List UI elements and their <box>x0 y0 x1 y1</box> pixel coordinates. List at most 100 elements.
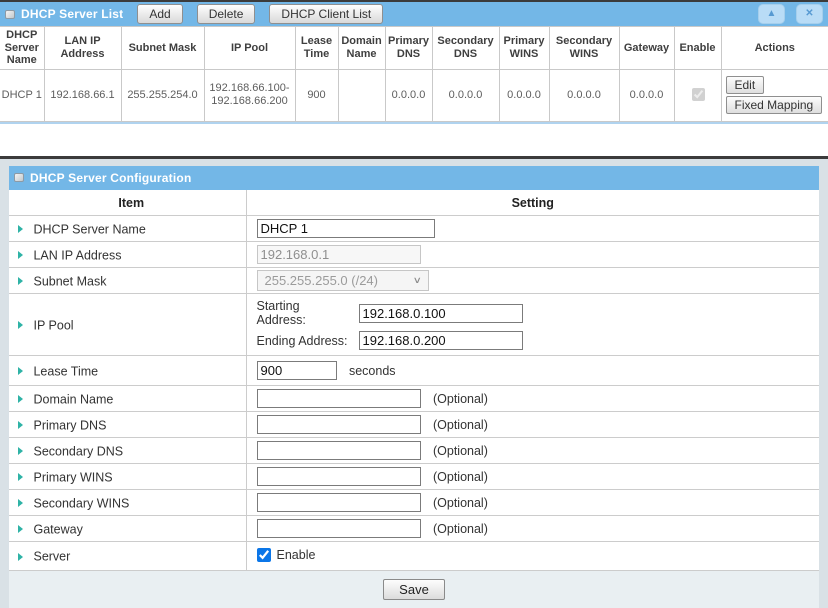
item-label-cell: Domain Name <box>9 386 246 412</box>
dhcp-client-list-button[interactable]: DHCP Client List <box>269 4 383 24</box>
field-label: DHCP Server Name <box>33 222 145 236</box>
cell-subnet-mask: 255.255.254.0 <box>121 69 204 121</box>
field-label: Domain Name <box>33 392 113 406</box>
add-button[interactable]: Add <box>137 4 182 24</box>
item-label-cell: Server <box>9 542 246 570</box>
dhcp-server-list-title: DHCP Server List <box>21 7 123 21</box>
field-label: Secondary WINS <box>33 496 129 510</box>
field-bullet-icon <box>18 553 23 561</box>
col-header-actions: Actions <box>721 27 828 70</box>
config-row-lease-time: Lease Time seconds <box>9 356 819 386</box>
dhcp-server-configuration-table: Item Setting DHCP Server Name LAN IP Add… <box>9 190 819 570</box>
setting-cell: Enable <box>246 542 819 570</box>
setting-cell: seconds <box>246 356 819 386</box>
field-bullet-icon <box>18 395 23 403</box>
starting-address-input[interactable] <box>359 304 523 323</box>
config-row-primary-wins: Primary WINS (Optional) <box>9 464 819 490</box>
optional-note: (Optional) <box>433 444 488 458</box>
primary-dns-input[interactable] <box>257 415 421 434</box>
setting-cell: 255.255.255.0 (/24) ∨ <box>246 268 819 294</box>
col-header-secondary-wins: Secondary WINS <box>549 27 619 70</box>
col-header-lease-time: Lease Time <box>295 27 338 70</box>
item-label-cell: Secondary DNS <box>9 438 246 464</box>
dhcp-server-row: DHCP 1 192.168.66.1 255.255.254.0 192.16… <box>0 69 828 121</box>
optional-note: (Optional) <box>433 470 488 484</box>
close-icon: ✕ <box>805 9 813 19</box>
col-header-domain-name: Domain Name <box>338 27 385 70</box>
fixed-mapping-button[interactable]: Fixed Mapping <box>726 96 823 114</box>
setting-cell <box>246 216 819 242</box>
primary-wins-input[interactable] <box>257 467 421 486</box>
field-label: IP Pool <box>33 318 73 332</box>
field-label: Secondary DNS <box>33 444 123 458</box>
cell-server-name: DHCP 1 <box>0 69 44 121</box>
item-label-cell: LAN IP Address <box>9 242 246 268</box>
setting-cell: Starting Address: Ending Address: <box>246 294 819 356</box>
config-row-server-name: DHCP Server Name <box>9 216 819 242</box>
server-enable-label: Enable <box>277 548 316 562</box>
config-footer: Save <box>9 570 819 608</box>
setting-cell <box>246 242 819 268</box>
lan-ip-address-input <box>257 245 421 264</box>
field-label: Primary DNS <box>33 418 106 432</box>
field-bullet-icon <box>18 321 23 329</box>
field-bullet-icon <box>18 525 23 533</box>
ending-address-label: Ending Address: <box>257 334 351 348</box>
list-header-row: DHCP Server Name LAN IP Address Subnet M… <box>0 27 828 70</box>
field-label: LAN IP Address <box>33 248 121 262</box>
item-label-cell: Secondary WINS <box>9 490 246 516</box>
secondary-dns-input[interactable] <box>257 441 421 460</box>
field-bullet-icon <box>18 499 23 507</box>
cell-secondary-dns: 0.0.0.0 <box>432 69 499 121</box>
optional-note: (Optional) <box>433 392 488 406</box>
col-header-ip-pool: IP Pool <box>204 27 295 70</box>
col-header-subnet-mask: Subnet Mask <box>121 27 204 70</box>
cell-primary-dns: 0.0.0.0 <box>385 69 432 121</box>
ip-pool-start-line: Starting Address: <box>257 299 819 327</box>
lease-time-unit-label: seconds <box>349 364 396 378</box>
setting-cell: (Optional) <box>246 412 819 438</box>
dhcp-server-configuration-panel: DHCP Server Configuration Item Setting D… <box>0 156 828 608</box>
domain-name-input[interactable] <box>257 389 421 408</box>
server-enable-checkbox[interactable] <box>257 548 271 562</box>
item-label-cell: IP Pool <box>9 294 246 356</box>
item-label-cell: Lease Time <box>9 356 246 386</box>
dhcp-server-name-input[interactable] <box>257 219 435 238</box>
lease-time-input[interactable] <box>257 361 337 380</box>
delete-button[interactable]: Delete <box>197 4 256 24</box>
config-row-ip-pool: IP Pool Starting Address: Ending Address… <box>9 294 819 356</box>
save-button[interactable]: Save <box>383 579 445 600</box>
item-column-header: Item <box>9 190 246 216</box>
config-row-gateway: Gateway (Optional) <box>9 516 819 542</box>
item-label-cell: Gateway <box>9 516 246 542</box>
col-header-primary-wins: Primary WINS <box>499 27 549 70</box>
config-row-lan-ip: LAN IP Address <box>9 242 819 268</box>
field-label: Subnet Mask <box>33 274 106 288</box>
field-bullet-icon <box>18 473 23 481</box>
cell-domain-name <box>338 69 385 121</box>
field-label: Primary WINS <box>33 470 112 484</box>
field-bullet-icon <box>18 225 23 233</box>
cell-gateway: 0.0.0.0 <box>619 69 674 121</box>
gateway-input[interactable] <box>257 519 421 538</box>
item-label-cell: DHCP Server Name <box>9 216 246 242</box>
cell-ip-pool: 192.168.66.100-192.168.66.200 <box>204 69 295 121</box>
col-header-secondary-dns: Secondary DNS <box>432 27 499 70</box>
dhcp-server-list-table: DHCP Server Name LAN IP Address Subnet M… <box>0 26 828 122</box>
col-header-gateway: Gateway <box>619 27 674 70</box>
col-header-dhcp-server-name: DHCP Server Name <box>0 27 44 70</box>
starting-address-label: Starting Address: <box>257 299 351 327</box>
ending-address-input[interactable] <box>359 331 523 350</box>
field-label: Lease Time <box>33 364 98 378</box>
close-panel-button[interactable]: ✕ <box>796 4 823 24</box>
dhcp-server-list-caption-bar: DHCP Server List Add Delete DHCP Client … <box>0 2 828 26</box>
secondary-wins-input[interactable] <box>257 493 421 512</box>
collapse-panel-button[interactable]: ▲ <box>758 4 785 24</box>
config-row-subnet-mask: Subnet Mask 255.255.255.0 (/24) ∨ <box>9 268 819 294</box>
field-bullet-icon <box>18 277 23 285</box>
dhcp-server-configuration-caption-bar: DHCP Server Configuration <box>9 166 819 190</box>
cell-actions: Edit Fixed Mapping <box>721 69 828 121</box>
optional-note: (Optional) <box>433 418 488 432</box>
edit-button[interactable]: Edit <box>726 76 765 94</box>
chevron-down-icon: ∨ <box>413 275 422 286</box>
